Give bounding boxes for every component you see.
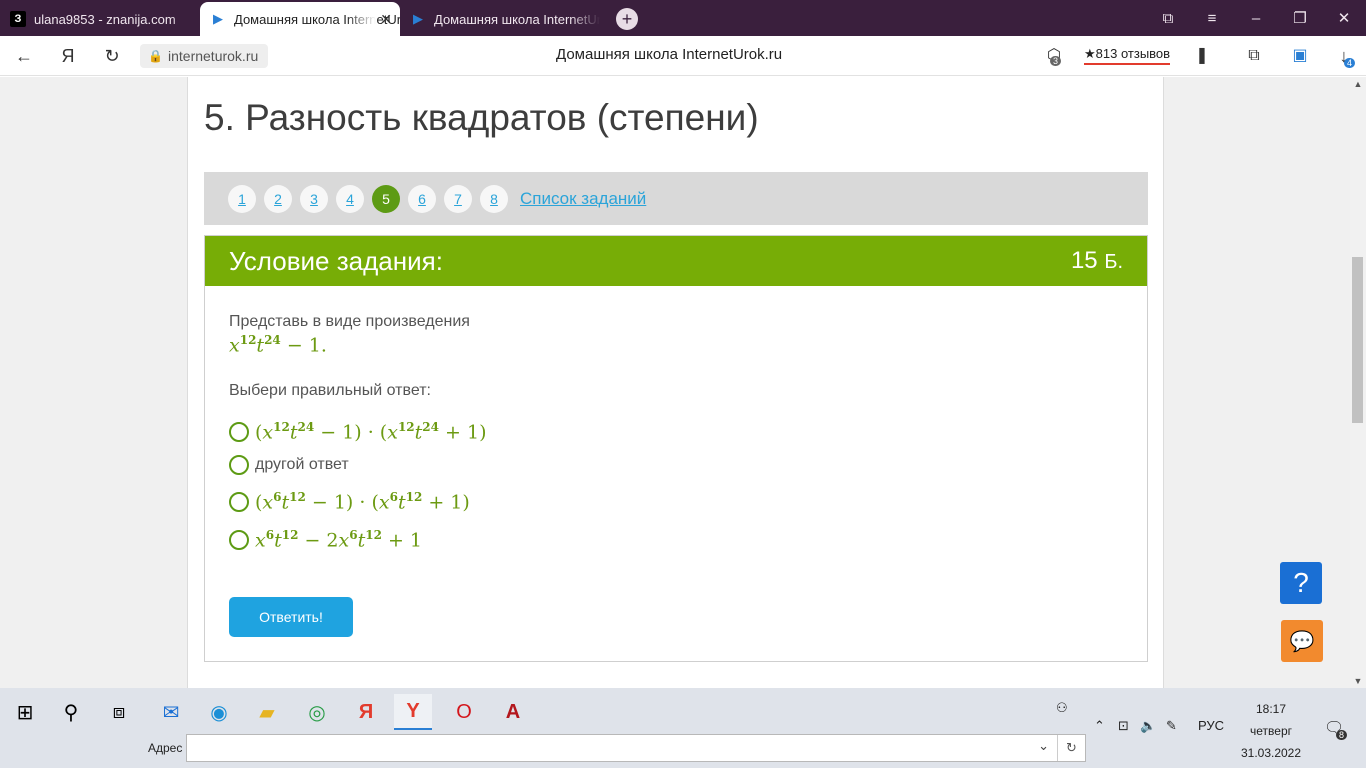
tabs-count-badge: 3 [1050, 56, 1062, 66]
task-number-5-current[interactable]: 5 [372, 184, 400, 213]
reviews-link[interactable]: ★813 отзывов [1084, 46, 1171, 65]
task-panel: Условие задания: 15 Б. Представь в виде … [204, 235, 1148, 662]
chrome-icon[interactable]: ◎ [298, 694, 336, 730]
file-explorer-icon[interactable]: ▰ [248, 694, 286, 730]
reload-icon[interactable]: ↻ [100, 44, 124, 68]
tab-label: ulana9853 - znanija.com [34, 11, 176, 27]
bookmarks-icon[interactable]: ⧉ [1146, 10, 1190, 27]
answer-other-label: другой ответ [255, 456, 349, 473]
points-value: 15 [1070, 247, 1098, 274]
answer-formula-3: (x6t12 − 1) · (x6t12 + 1) [255, 490, 470, 514]
task-list-link[interactable]: Список заданий [520, 189, 646, 209]
yandex-browser-icon[interactable]: Y [394, 694, 432, 730]
answer-option-4[interactable]: x6t12 − 2x6t12 + 1 [229, 528, 422, 551]
tab-znanija[interactable]: З ulana9853 - znanija.com [0, 2, 200, 36]
tab-interneturok[interactable]: ▶ Домашняя школа InternetUrok.ru [400, 2, 600, 36]
znanija-icon: З [10, 11, 26, 27]
task-points: 15 Б. [1071, 247, 1123, 275]
search-icon[interactable]: ⚲ [52, 694, 90, 730]
pen-icon[interactable]: ✎ [1166, 718, 1177, 734]
yandex-app-icon[interactable]: Я [347, 694, 385, 730]
menu-icon[interactable]: ≡ [1190, 10, 1234, 27]
scroll-up-icon[interactable]: ▲ [1350, 79, 1366, 89]
content-card: 5. Разность квадратов (степени) 1 2 3 4 … [187, 77, 1164, 688]
clock-time: 18:17 [1255, 702, 1287, 716]
answer-option-2[interactable]: другой ответ [229, 455, 349, 475]
radio-button[interactable] [229, 421, 249, 442]
people-icon[interactable]: ⚇ [1056, 700, 1068, 716]
close-tab-icon[interactable]: ✕ [380, 11, 392, 28]
volume-icon[interactable]: 🔈 [1140, 718, 1156, 734]
answer-formula-4: x6t12 − 2x6t12 + 1 [255, 528, 423, 552]
answer-option-3[interactable]: (x6t12 − 1) · (x6t12 + 1) [229, 490, 470, 513]
submit-answer-button[interactable]: Ответить! [229, 597, 353, 637]
back-icon[interactable]: ← [12, 44, 36, 68]
scroll-thumb[interactable] [1352, 257, 1363, 423]
task-number-4[interactable]: 4 [336, 184, 364, 213]
windows-taskbar: ⊞ ⚲ ⧈ ✉ ◉ ▰ ◎ Я Y O A Адрес ⌄ ↻ ⚇ ⌃ ⊡ 🔈 … [0, 688, 1366, 768]
vertical-scrollbar[interactable]: ▲ ▼ [1350, 77, 1366, 688]
edge-icon[interactable]: ◉ [200, 694, 238, 730]
lock-icon: 🔒 [148, 49, 163, 63]
chat-icon: 💬 [1289, 630, 1315, 653]
play-icon: ▶ [413, 11, 423, 26]
restore-icon[interactable]: ❐ [1278, 9, 1322, 27]
answer-option-1[interactable]: (x12t24 − 1) · (x12t24 + 1) [229, 420, 486, 443]
minimize-icon[interactable]: – [1234, 10, 1278, 27]
task-number-1[interactable]: 1 [228, 184, 256, 213]
browser-tab-bar: З ulana9853 - znanija.com ▶ Домашняя шко… [0, 0, 1366, 36]
task-number-6[interactable]: 6 [408, 184, 436, 213]
yandex-icon[interactable]: Я [56, 44, 80, 68]
play-icon: ▶ [213, 11, 223, 26]
answer-formula-1: (x12t24 − 1) · (x12t24 + 1) [255, 420, 487, 444]
address-toolbar-input[interactable]: ⌄ ↻ [186, 734, 1086, 762]
task-number-7[interactable]: 7 [444, 184, 472, 213]
new-tab-icon[interactable]: + [616, 8, 638, 30]
radio-button[interactable] [229, 491, 249, 512]
choose-prompt: Выбери правильный ответ: [229, 382, 431, 399]
mail-icon[interactable]: ✉ [152, 694, 190, 730]
tab-interneturok-active[interactable]: ▶ Домашняя школа InternetUrok.ru ✕ [200, 2, 400, 36]
clock-day: четверг [1250, 724, 1292, 738]
points-unit: Б. [1104, 251, 1123, 273]
url-field[interactable]: 🔒 interneturok.ru [140, 44, 269, 68]
address-bar: ← Я ↻ 🔒 interneturok.ru Домашняя школа I… [0, 36, 1366, 76]
clock[interactable]: 18:17 четверг 31.03.2022 [1236, 698, 1306, 764]
downloads-badge: 4 [1344, 58, 1356, 68]
page-title-center: Домашняя школа InternetUrok.ru [556, 46, 783, 63]
scroll-down-icon[interactable]: ▼ [1350, 676, 1366, 686]
acrobat-icon[interactable]: A [494, 694, 532, 730]
task-number-3[interactable]: 3 [300, 184, 328, 213]
screenshot-icon[interactable]: ▣ [1288, 44, 1312, 68]
task-expression: x12t24 − 1. [229, 333, 327, 357]
task-view-icon[interactable]: ⧈ [100, 694, 138, 730]
close-window-icon[interactable]: ✕ [1322, 9, 1366, 27]
window-controls: ⧉ ≡ – ❐ ✕ [1146, 0, 1366, 36]
address-toolbar-label: Адрес [148, 741, 183, 755]
language-indicator[interactable]: РУС [1198, 718, 1224, 733]
task-header: Условие задания: 15 Б. [205, 236, 1147, 286]
windows-start-icon[interactable]: ⊞ [6, 694, 44, 730]
task-header-title: Условие задания: [229, 245, 443, 276]
task-condition: Представь в виде произведения [229, 313, 470, 330]
collections-icon[interactable]: ⧉ [1242, 44, 1266, 68]
task-number-2[interactable]: 2 [264, 184, 292, 213]
go-refresh-icon[interactable]: ↻ [1057, 735, 1085, 761]
chat-button[interactable]: 💬 [1281, 620, 1323, 662]
network-icon[interactable]: ⊡ [1118, 718, 1129, 734]
url-text: interneturok.ru [168, 48, 259, 64]
radio-button[interactable] [229, 529, 249, 550]
radio-button[interactable] [229, 455, 249, 475]
opera-icon[interactable]: O [445, 694, 483, 730]
help-button[interactable]: ? [1280, 562, 1322, 604]
notifications-count: 8 [1336, 730, 1348, 740]
page-title: 5. Разность квадратов (степени) [204, 97, 759, 138]
show-hidden-icons[interactable]: ⌃ [1094, 718, 1105, 734]
task-number-8[interactable]: 8 [480, 184, 508, 213]
task-number-bar: 1 2 3 4 5 6 7 8 Список заданий [204, 172, 1148, 225]
clock-date: 31.03.2022 [1240, 746, 1302, 760]
page-viewport: 5. Разность квадратов (степени) 1 2 3 4 … [0, 77, 1350, 688]
bookmark-icon[interactable]: ❚ [1190, 44, 1214, 68]
chevron-down-icon[interactable]: ⌄ [1038, 738, 1049, 754]
